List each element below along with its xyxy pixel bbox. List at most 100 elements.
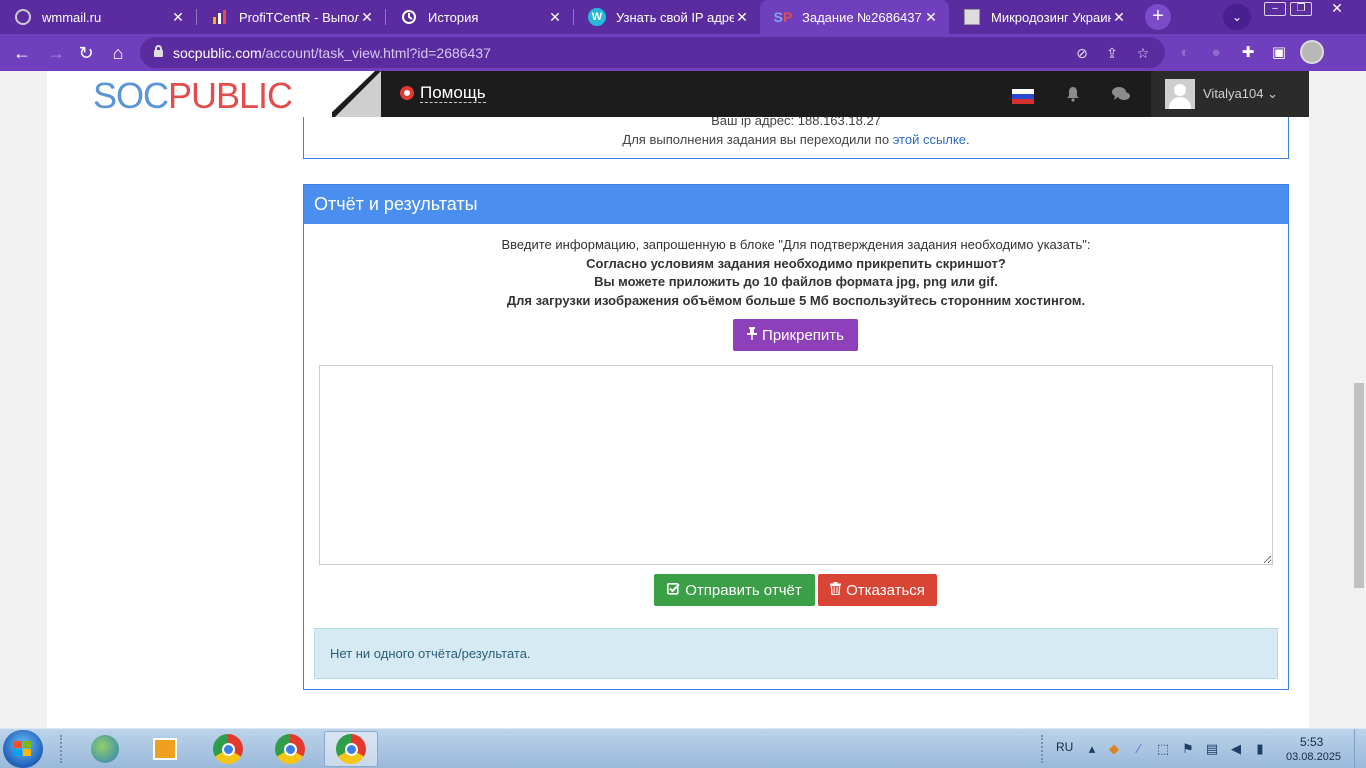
extension-icon[interactable]: ● <box>1205 42 1227 64</box>
screenshot-icon[interactable]: ⬚ <box>1155 742 1171 756</box>
start-button[interactable] <box>3 730 43 768</box>
globe-icon <box>14 8 32 26</box>
url-text[interactable]: socpublic.com/account/task_view.html?id=… <box>173 45 491 61</box>
tab-title: Задание №2686437 - п <box>802 9 923 25</box>
side-panel-icon[interactable]: ▣ <box>1268 42 1290 64</box>
task-link[interactable]: этой ссылке <box>893 132 966 147</box>
network-globe-app-icon[interactable] <box>78 731 132 767</box>
tray-app-icon[interactable]: ◆ <box>1106 742 1122 756</box>
send-report-label: Отправить отчёт <box>685 581 802 599</box>
left-sidebar <box>47 71 283 728</box>
lock-icon[interactable] <box>154 45 163 57</box>
close-tab-icon[interactable]: ✕ <box>923 9 939 26</box>
restore-window-icon[interactable]: ❐ <box>1290 2 1312 16</box>
browser-toolbar: ← → ↻ ⌂ socpublic.com/account/task_view.… <box>0 34 1366 71</box>
home-icon[interactable]: ⌂ <box>106 41 130 65</box>
new-tab-button[interactable]: + <box>1145 4 1171 30</box>
attach-button[interactable]: Прикрепить <box>733 319 858 351</box>
attach-label: Прикрепить <box>762 326 844 344</box>
flag-icon[interactable]: ⚑ <box>1180 742 1196 756</box>
page-viewport: Ваш ip адрес: 188.163.18.27 Для выполнен… <box>0 71 1352 728</box>
chevron-down-icon: ⌄ <box>1267 86 1279 101</box>
visit-info-text: Для выполнения задания вы переходили по … <box>622 132 970 147</box>
pushpin-icon <box>747 327 758 343</box>
bar-chart-icon <box>211 8 229 26</box>
report-panel-title: Отчёт и результаты <box>304 185 1288 224</box>
page-scrollbar[interactable] <box>1352 71 1366 728</box>
tab-history[interactable]: История ✕ <box>386 0 573 34</box>
power-icon[interactable]: ▮ <box>1252 742 1268 756</box>
chrome-active-app-icon[interactable] <box>324 731 378 767</box>
close-tab-icon[interactable]: ✕ <box>734 9 750 26</box>
tab-title: wmmail.ru <box>42 9 102 25</box>
pen-icon[interactable]: ∕ <box>1131 742 1147 756</box>
reload-icon[interactable]: ↻ <box>74 41 98 65</box>
tab-wmmail[interactable]: wmmail.ru ✕ <box>0 0 196 34</box>
clock-time[interactable]: 5:53 <box>1300 735 1323 749</box>
tab-title: Микродозинг Украина <box>991 9 1111 25</box>
socpublic-logo[interactable]: SOCPUBLIC <box>93 75 293 117</box>
speaker-icon[interactable]: ◀ <box>1228 742 1244 756</box>
tab-task-active[interactable]: SP Задание №2686437 - п ✕ <box>760 0 949 34</box>
scrollbar-thumb[interactable] <box>1354 383 1364 588</box>
help-label: Помощь <box>420 83 486 103</box>
eye-slash-icon[interactable]: ⊘ <box>1072 43 1092 63</box>
language-indicator[interactable]: RU <box>1056 740 1073 754</box>
media-player-app-icon[interactable] <box>138 731 192 767</box>
check-square-icon <box>667 582 680 598</box>
tab-ip-check[interactable]: W Узнать свой IP адрес ✕ <box>574 0 760 34</box>
show-desktop-button[interactable] <box>1354 729 1366 768</box>
tray-expand-icon[interactable]: ▴ <box>1084 742 1100 756</box>
puzzle-extensions-icon[interactable]: ✚ <box>1237 42 1259 64</box>
trash-icon <box>830 582 842 598</box>
windows-taskbar: RU ▴ ◆ ∕ ⬚ ⚑ ▤ ◀ ▮ 5:53 03.08.2025 <box>0 728 1366 768</box>
tab-title: История <box>428 9 479 25</box>
profile-avatar[interactable] <box>1300 40 1324 64</box>
close-tab-icon[interactable]: ✕ <box>1111 9 1127 26</box>
bookmark-star-icon[interactable]: ☆ <box>1133 43 1153 63</box>
tab-search-icon[interactable]: ⌄ <box>1223 4 1251 30</box>
close-tab-icon[interactable]: ✕ <box>547 9 563 26</box>
tab-title: Узнать свой IP адрес <box>616 9 734 25</box>
instructions-text: Для загрузки изображения объёмом больше … <box>506 293 1086 308</box>
site-icon <box>963 8 981 26</box>
instructions-text: Согласно условиям задания необходимо при… <box>586 256 1006 271</box>
back-arrow-icon[interactable]: ← <box>10 41 34 65</box>
tab-profitcentr[interactable]: ProfiTCentR - Выполне ✕ <box>197 0 385 34</box>
close-tab-icon[interactable]: ✕ <box>359 9 375 26</box>
close-window-icon[interactable]: ✕ <box>1316 1 1358 16</box>
windows-logo-icon <box>14 741 32 757</box>
help-link[interactable]: Помощь <box>400 83 486 103</box>
w-logo-icon: W <box>588 8 606 26</box>
network-icon[interactable]: ▤ <box>1204 742 1220 756</box>
avatar <box>1165 79 1195 109</box>
refuse-label: Отказаться <box>846 581 925 599</box>
taskbar-grip <box>1041 735 1045 763</box>
instructions-text: Введите информацию, запрошенную в блоке … <box>501 237 1091 252</box>
no-reports-notice: Нет ни одного отчёта/результата. <box>314 628 1278 679</box>
user-menu[interactable]: Vitalya104 ⌄ <box>1151 71 1309 117</box>
history-icon <box>400 8 418 26</box>
taskbar-grip <box>60 735 64 763</box>
header-divider <box>335 71 381 117</box>
forward-arrow-icon[interactable]: → <box>44 41 68 65</box>
clock-date[interactable]: 03.08.2025 <box>1286 751 1341 763</box>
send-report-button[interactable]: Отправить отчёт <box>654 574 815 606</box>
report-panel: Отчёт и результаты Введите информацию, з… <box>303 184 1289 690</box>
tab-title: ProfiTCentR - Выполне <box>239 9 359 25</box>
address-bar[interactable]: socpublic.com/account/task_view.html?id=… <box>140 37 1165 68</box>
chrome-profile-app-icon[interactable] <box>263 731 317 767</box>
chrome-app-icon[interactable] <box>201 731 255 767</box>
refuse-button[interactable]: Отказаться <box>818 574 937 606</box>
russian-flag-icon[interactable] <box>1012 89 1034 104</box>
socpublic-icon: SP <box>773 9 793 25</box>
extension-icon[interactable]: ◐ <box>1174 42 1196 64</box>
chat-bubbles-icon[interactable] <box>1111 86 1131 104</box>
close-tab-icon[interactable]: ✕ <box>170 9 186 26</box>
report-textarea[interactable] <box>319 365 1273 565</box>
minimize-window-icon[interactable]: – <box>1264 2 1286 16</box>
share-icon[interactable]: ⇪ <box>1102 43 1122 63</box>
tab-microdosing[interactable]: Микродозинг Украина ✕ <box>949 0 1137 34</box>
bell-icon[interactable] <box>1063 86 1083 104</box>
lifebuoy-icon <box>400 86 414 100</box>
